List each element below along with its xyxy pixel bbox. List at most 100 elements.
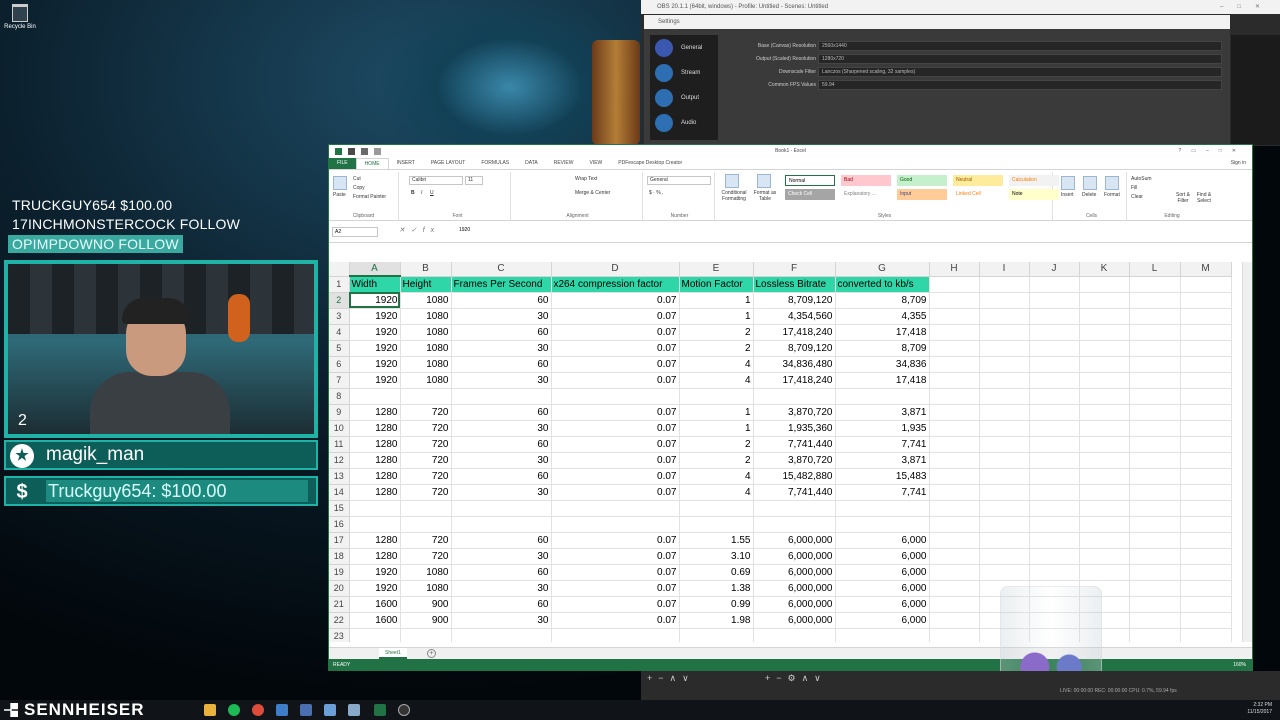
find-select-button[interactable]: Find & Select bbox=[1193, 192, 1215, 204]
cell-h[interactable] bbox=[929, 452, 980, 469]
save-icon[interactable] bbox=[348, 148, 355, 155]
cell-l[interactable] bbox=[1129, 628, 1181, 642]
scene-controls[interactable]: +−∧∨ bbox=[647, 673, 695, 684]
cell-d[interactable]: 0.07 bbox=[551, 404, 680, 421]
cell-b[interactable]: 1080 bbox=[400, 564, 452, 581]
excel-taskbar-icon[interactable] bbox=[374, 704, 386, 716]
font-size-select[interactable]: 11 bbox=[465, 176, 483, 185]
cell-l[interactable] bbox=[1129, 356, 1181, 373]
row-header[interactable]: 19 bbox=[329, 564, 350, 581]
tab-pdfescape[interactable]: PDFescape Desktop Creator bbox=[610, 158, 690, 169]
cell-b[interactable]: 720 bbox=[400, 452, 452, 469]
cell-g[interactable]: 6,000 bbox=[835, 564, 930, 581]
obs-base-resolution-select[interactable]: 2560x1440 bbox=[818, 41, 1222, 51]
cell-g[interactable]: 7,741 bbox=[835, 484, 930, 501]
cell-e[interactable]: 4 bbox=[679, 468, 754, 485]
cell-f[interactable]: 8,709,120 bbox=[753, 340, 836, 357]
cell-j[interactable] bbox=[1029, 516, 1080, 533]
cell-m[interactable] bbox=[1180, 372, 1232, 389]
cell-f[interactable]: 3,870,720 bbox=[753, 452, 836, 469]
insert-cells-button[interactable]: Insert bbox=[1061, 192, 1074, 198]
cell-h[interactable] bbox=[929, 388, 980, 405]
cell-c[interactable]: 60 bbox=[451, 324, 552, 341]
cell-m[interactable] bbox=[1180, 308, 1232, 325]
cell-h[interactable] bbox=[929, 564, 980, 581]
cell-j[interactable] bbox=[1029, 548, 1080, 565]
cell-d[interactable]: 0.07 bbox=[551, 532, 680, 549]
cell-j[interactable] bbox=[1029, 308, 1080, 325]
app-icon[interactable] bbox=[300, 704, 312, 716]
cell-i[interactable] bbox=[979, 388, 1030, 405]
column-header-e[interactable]: E bbox=[679, 262, 754, 277]
cell-k[interactable] bbox=[1079, 436, 1130, 453]
cell-c[interactable] bbox=[451, 516, 552, 533]
cell-a[interactable] bbox=[349, 516, 401, 533]
cell-a[interactable] bbox=[349, 500, 401, 517]
chrome-icon[interactable] bbox=[252, 704, 264, 716]
cell-l[interactable] bbox=[1129, 468, 1181, 485]
cell-a[interactable]: 1280 bbox=[349, 436, 401, 453]
conditional-formatting-icon[interactable] bbox=[725, 174, 739, 188]
cell-f[interactable] bbox=[753, 516, 836, 533]
cell-m[interactable] bbox=[1180, 612, 1232, 629]
column-header-a[interactable]: A bbox=[349, 262, 401, 277]
cell-h[interactable] bbox=[929, 340, 980, 357]
cell-i[interactable] bbox=[979, 420, 1030, 437]
italic-icon[interactable]: I bbox=[421, 190, 422, 196]
source-controls[interactable]: +−⚙∧∨ bbox=[765, 673, 827, 684]
delete-cells-button[interactable]: Delete bbox=[1082, 192, 1096, 198]
format-painter-button[interactable]: Format Painter bbox=[353, 194, 386, 200]
cell-k[interactable] bbox=[1079, 356, 1130, 373]
cell-k[interactable] bbox=[1079, 516, 1130, 533]
tab-home[interactable]: HOME bbox=[355, 158, 389, 169]
redo-icon[interactable] bbox=[374, 148, 381, 155]
insert-cells-icon[interactable] bbox=[1061, 176, 1075, 190]
cell-style-good[interactable]: Good bbox=[897, 175, 947, 186]
cell-d[interactable]: 0.07 bbox=[551, 580, 680, 597]
cell-i[interactable] bbox=[979, 308, 1030, 325]
cell-j[interactable] bbox=[1029, 564, 1080, 581]
cell-d[interactable]: 0.07 bbox=[551, 484, 680, 501]
cell-e[interactable] bbox=[679, 500, 754, 517]
cell-d[interactable]: 0.07 bbox=[551, 452, 680, 469]
cell-e[interactable]: 0.69 bbox=[679, 564, 754, 581]
cell-i[interactable] bbox=[979, 404, 1030, 421]
cell-g[interactable] bbox=[835, 516, 930, 533]
cell-style-input[interactable]: Input bbox=[897, 189, 947, 200]
cell-style-normal[interactable]: Normal bbox=[785, 175, 835, 186]
cell-h[interactable] bbox=[929, 324, 980, 341]
cell-j[interactable] bbox=[1029, 420, 1080, 437]
cell-k[interactable] bbox=[1079, 324, 1130, 341]
file-explorer-icon[interactable] bbox=[204, 704, 216, 716]
bold-icon[interactable]: B bbox=[411, 190, 415, 196]
cell-style-check-cell[interactable]: Check Cell bbox=[785, 189, 835, 200]
row-header[interactable]: 11 bbox=[329, 436, 350, 453]
cell-e[interactable] bbox=[679, 388, 754, 405]
cell-c[interactable]: 30 bbox=[451, 308, 552, 325]
cell-m[interactable] bbox=[1180, 628, 1232, 642]
row-header[interactable]: 22 bbox=[329, 612, 350, 629]
tab-file[interactable]: FILE bbox=[329, 158, 356, 169]
cell-d[interactable]: 0.07 bbox=[551, 420, 680, 437]
obs-nav-output[interactable]: Output bbox=[650, 85, 718, 110]
cell-i[interactable] bbox=[979, 452, 1030, 469]
cell-k[interactable] bbox=[1079, 420, 1130, 437]
cell-b[interactable]: 900 bbox=[400, 596, 452, 613]
cell-j[interactable] bbox=[1029, 388, 1080, 405]
cell-g[interactable]: converted to kb/s bbox=[835, 276, 930, 293]
cell-g[interactable]: 8,709 bbox=[835, 340, 930, 357]
cell-i[interactable] bbox=[979, 372, 1030, 389]
cell-b[interactable]: 720 bbox=[400, 404, 452, 421]
cell-e[interactable]: 1.98 bbox=[679, 612, 754, 629]
autosum-button[interactable]: AutoSum bbox=[1131, 176, 1152, 182]
cell-j[interactable] bbox=[1029, 292, 1080, 309]
cell-l[interactable] bbox=[1129, 324, 1181, 341]
cell-g[interactable]: 6,000 bbox=[835, 532, 930, 549]
cell-e[interactable]: 1 bbox=[679, 292, 754, 309]
cell-h[interactable] bbox=[929, 356, 980, 373]
cell-f[interactable] bbox=[753, 628, 836, 642]
undo-icon[interactable] bbox=[361, 148, 368, 155]
cell-b[interactable]: 1080 bbox=[400, 308, 452, 325]
row-header[interactable]: 16 bbox=[329, 516, 350, 533]
cell-l[interactable] bbox=[1129, 388, 1181, 405]
